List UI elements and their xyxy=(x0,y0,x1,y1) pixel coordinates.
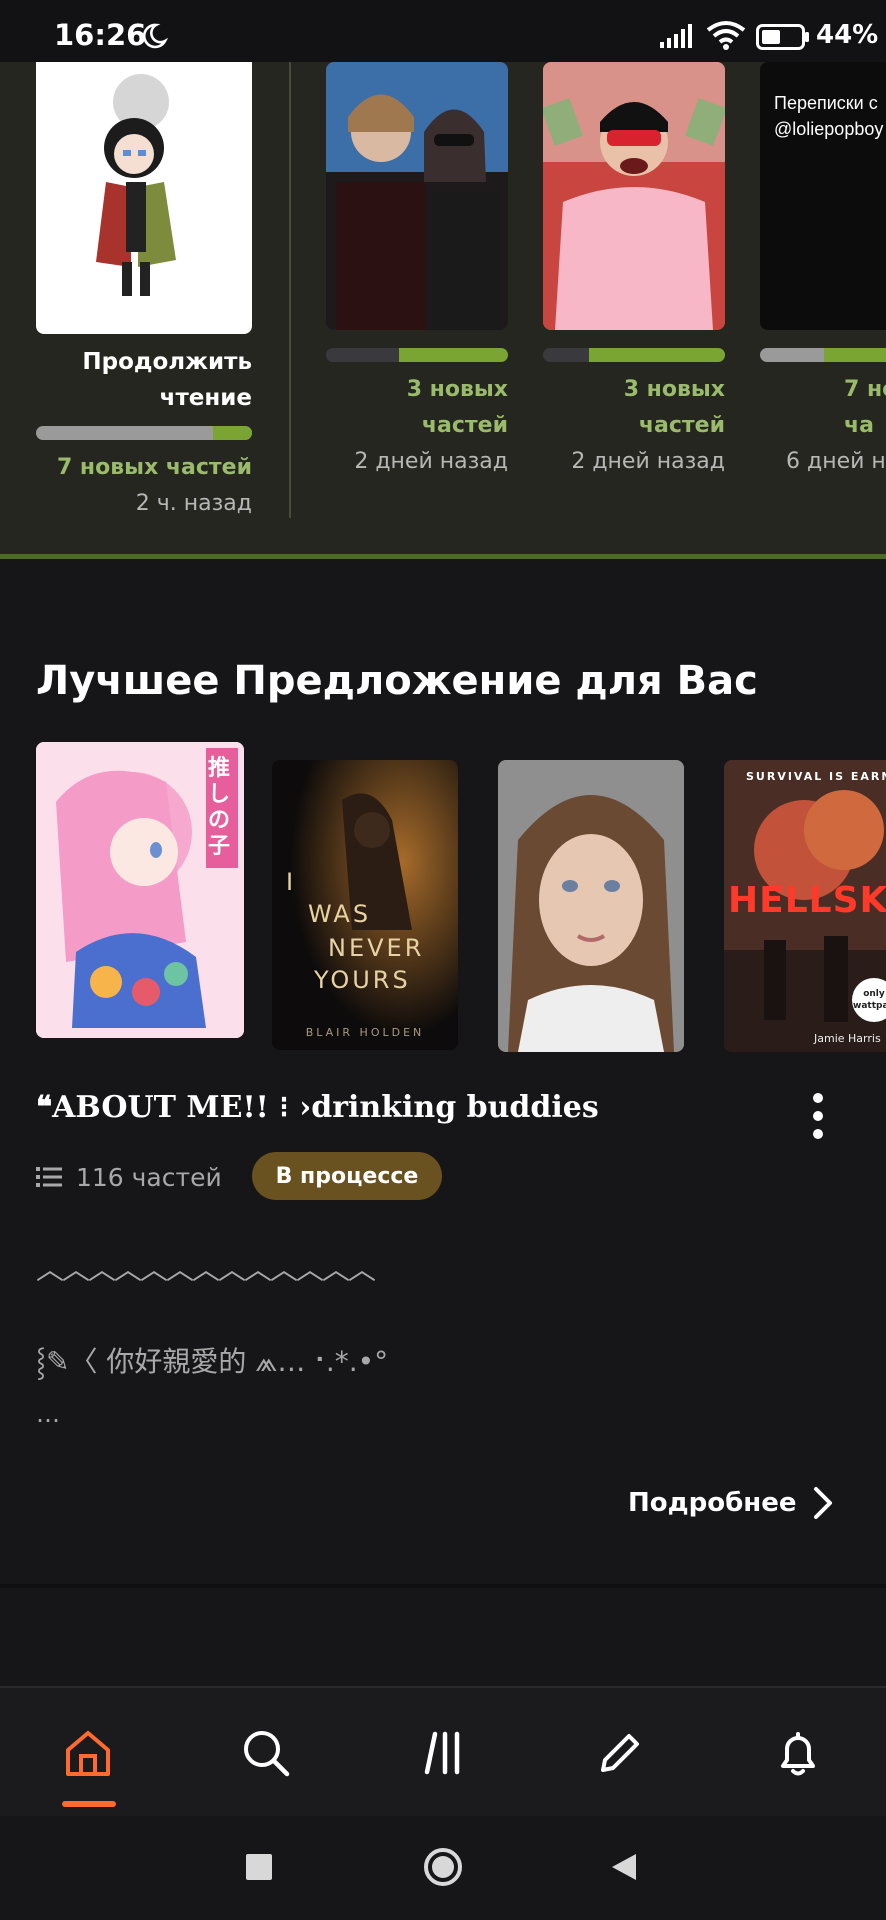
details-label: Подробнее xyxy=(628,1488,797,1518)
cover-title: 推しの子 xyxy=(208,756,231,859)
list-icon xyxy=(36,1167,62,1187)
active-tab-indicator xyxy=(62,1801,116,1807)
new-parts-text: 7 новых частей xyxy=(56,455,252,480)
section-title: Лучшее Предложение для Вас xyxy=(36,658,758,704)
new-parts-text: 3 новых частей xyxy=(623,377,725,438)
time-ago-text: 2 дней назад xyxy=(354,449,508,474)
moon-icon xyxy=(142,23,168,49)
continue-cover-4[interactable]: Переписки с @loliepopboy xyxy=(760,62,886,330)
description-line: … xyxy=(36,1400,60,1428)
system-navigation-bar xyxy=(0,1816,886,1920)
details-link[interactable]: Подробнее xyxy=(628,1486,836,1520)
cover-title-line: YOURS xyxy=(314,966,411,994)
continue-reading-section: Продолжить чтение 7 новых частей 2 ч. на… xyxy=(0,62,886,556)
new-parts-text: 7 но ча xyxy=(844,372,886,444)
cover-author: BLAIR HOLDEN xyxy=(305,1026,425,1039)
section-accent-line xyxy=(0,554,886,559)
continue-cover-chibi[interactable] xyxy=(36,62,252,334)
bottom-navigation xyxy=(0,1686,886,1816)
progress-bar xyxy=(326,348,508,362)
nav-home[interactable] xyxy=(28,1688,148,1818)
new-parts-text: 3 новых частей xyxy=(406,377,508,438)
divider xyxy=(289,62,291,518)
portrait-cover[interactable] xyxy=(498,760,684,1052)
progress-bar xyxy=(760,348,886,362)
battery-percent: 44% xyxy=(816,20,879,50)
new-parts-line: 7 но ча xyxy=(844,377,886,438)
continue-progress-bar xyxy=(36,426,252,440)
time-ago-text: 2 ч. назад xyxy=(135,491,252,516)
search-icon xyxy=(244,1731,290,1777)
time-ago-text: 6 дней н xyxy=(786,449,886,474)
cover-author: Jamie Harris xyxy=(814,1032,881,1045)
hellsky-cover[interactable]: SURVIVAL IS EARNED HELLSKY Jamie Harris … xyxy=(724,760,886,1052)
recent-apps-icon[interactable] xyxy=(246,1854,272,1880)
back-icon[interactable] xyxy=(610,1852,638,1882)
cover-tagline: SURVIVAL IS EARNED xyxy=(746,770,886,783)
continue-progress-fill xyxy=(213,426,252,440)
parts-count: 116 частей xyxy=(36,1154,222,1200)
more-options-icon[interactable] xyxy=(808,1092,828,1140)
signal-icon xyxy=(660,24,692,48)
progress-fill xyxy=(398,348,508,362)
continue-cover-3[interactable] xyxy=(543,62,725,330)
cover-title-line: WAS xyxy=(308,900,372,928)
wifi-icon xyxy=(706,21,746,50)
cover-text: Переписки с @loliepopboy xyxy=(774,93,884,139)
home-icon xyxy=(66,1731,110,1776)
badge-text: only wattpad xyxy=(853,989,886,1011)
nav-library[interactable] xyxy=(384,1688,504,1818)
cover-title-line: NEVER xyxy=(328,934,425,962)
nav-write[interactable] xyxy=(560,1688,680,1818)
section-separator xyxy=(0,1584,886,1588)
i-was-never-yours-cover[interactable]: I WAS NEVER YOURS BLAIR HOLDEN xyxy=(272,760,458,1050)
nav-search[interactable] xyxy=(206,1688,326,1818)
cover-title: HELLSKY xyxy=(728,880,886,921)
battery-icon xyxy=(756,24,809,50)
status-bar: 16:26 44% xyxy=(0,0,886,62)
story-title[interactable]: ❝ABOUT ME!! ⁝ ›drinking buddies xyxy=(36,1090,599,1125)
bell-icon xyxy=(781,1732,815,1776)
progress-bar xyxy=(543,348,725,362)
cover-title-line: I xyxy=(286,868,297,896)
continue-cover-2[interactable] xyxy=(326,62,508,330)
continue-reading-label[interactable]: Продолжить чтение xyxy=(36,344,252,416)
description-line: ︿︿︿︿︿︿︿︿︿︿︿︿︿ xyxy=(36,1253,376,1286)
progress-fill xyxy=(823,348,886,362)
oshi-no-ko-cover[interactable]: 推しの子 xyxy=(36,742,244,1038)
time-ago-text: 2 дней назад xyxy=(571,449,725,474)
pencil-icon xyxy=(601,1734,639,1772)
status-time: 16:26 xyxy=(54,18,147,52)
parts-count-text: 116 частей xyxy=(76,1162,222,1192)
home-system-icon[interactable] xyxy=(422,1846,464,1888)
library-icon xyxy=(424,1731,460,1775)
progress-fill xyxy=(588,348,725,362)
status-badge: В процессе xyxy=(252,1152,442,1200)
nav-notifications[interactable] xyxy=(738,1688,858,1818)
chevron-right-icon xyxy=(814,1487,833,1519)
description-line: ⸾✎〈 你好親愛的 ⩕…⠐.*.•° xyxy=(36,1345,389,1378)
